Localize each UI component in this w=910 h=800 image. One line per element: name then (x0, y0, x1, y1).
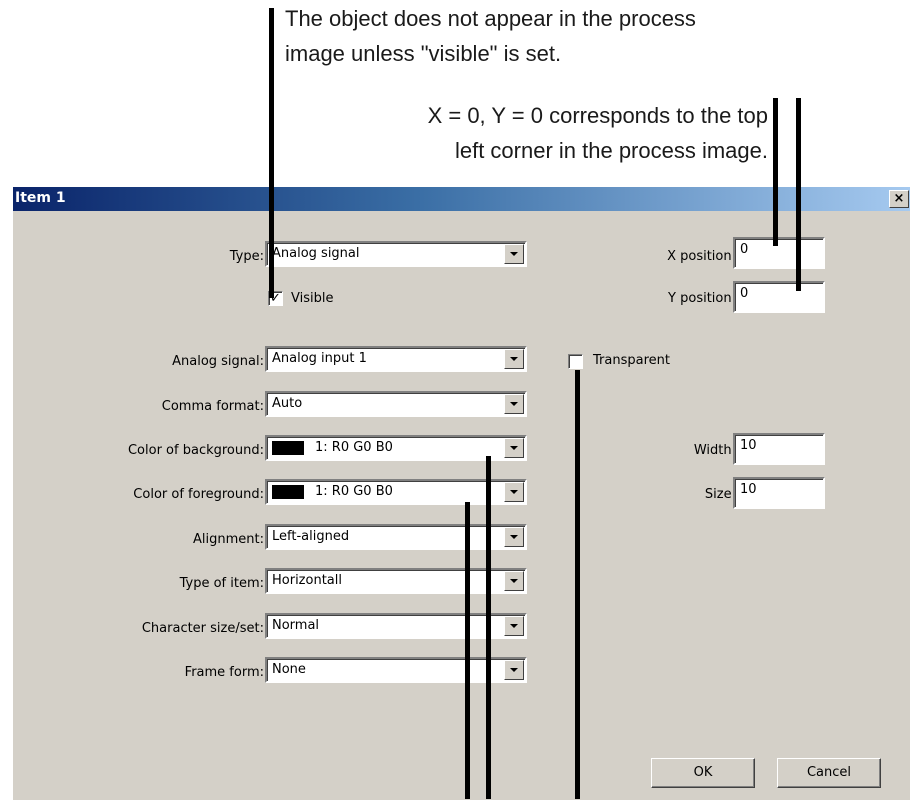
analog-signal-value: Analog input 1 (272, 351, 367, 366)
color-swatch (272, 485, 304, 499)
comma-format-select[interactable]: Auto (265, 391, 527, 417)
chevron-down-icon[interactable] (504, 482, 524, 502)
y-position-label: Y position: (668, 291, 736, 306)
width-value: 10 (740, 438, 757, 453)
visible-leader-line (269, 8, 274, 298)
y-position-value: 0 (740, 286, 749, 301)
visible-label: Visible (291, 291, 334, 306)
color-foreground-label: Color of foreground: (133, 487, 264, 502)
alignment-label: Alignment: (193, 532, 264, 547)
size-value: 10 (740, 482, 757, 497)
x-position-leader-line (773, 98, 778, 246)
transparent-label: Transparent (593, 353, 670, 368)
transparent-checkbox[interactable] (568, 354, 583, 369)
y-position-leader-line (796, 98, 801, 291)
chevron-down-icon[interactable] (504, 660, 524, 680)
chevron-down-icon[interactable] (504, 244, 524, 264)
close-button[interactable]: × (889, 190, 909, 208)
width-label: Width: (693, 443, 736, 458)
character-size-value: Normal (272, 618, 320, 633)
chevron-down-icon[interactable] (504, 438, 524, 458)
chevron-down-icon[interactable] (504, 527, 524, 547)
color-foreground-value: 1: R0 G0 B0 (315, 484, 393, 499)
visible-callout-line2: image unless "visible" is set. (285, 41, 562, 66)
character-size-label: Character size/set: (141, 621, 264, 636)
width-field[interactable]: 10 (733, 433, 825, 465)
chevron-down-icon[interactable] (504, 616, 524, 636)
x-position-field[interactable]: 0 (733, 237, 825, 269)
color-background-value: 1: R0 G0 B0 (315, 440, 393, 455)
comma-format-label: Comma format: (161, 399, 264, 414)
type-select[interactable]: Analog signal (265, 241, 527, 267)
visible-callout-line1: The object does not appear in the proces… (285, 6, 696, 31)
color-swatch (272, 441, 304, 455)
chevron-down-icon[interactable] (504, 571, 524, 591)
type-label: Type: (229, 249, 264, 264)
color-background-label: Color of background: (127, 443, 264, 458)
transparent-leader-line (575, 370, 580, 799)
frame-form-value: None (272, 662, 306, 677)
origin-callout-line1: X = 0, Y = 0 corresponds to the top (427, 103, 768, 128)
alignment-value: Left-aligned (272, 529, 350, 544)
type-of-item-value: Horizontall (272, 573, 342, 588)
size-field[interactable]: 10 (733, 477, 825, 509)
foreground-color-leader-line (465, 502, 470, 799)
type-value: Analog signal (272, 246, 360, 261)
cancel-button[interactable]: Cancel (777, 758, 881, 788)
dialog-title: Item 1 (15, 190, 66, 206)
type-of-item-label: Type of item: (179, 576, 264, 591)
item-dialog: Item 1 × Type: Analog signal ✓ Visible A… (12, 186, 910, 800)
background-color-leader-line (486, 456, 491, 799)
frame-form-label: Frame form: (184, 665, 264, 680)
origin-callout-line2: left corner in the process image. (454, 138, 768, 163)
y-position-field[interactable]: 0 (733, 281, 825, 313)
x-position-value: 0 (740, 242, 749, 257)
ok-button[interactable]: OK (651, 758, 755, 788)
analog-signal-label: Analog signal: (172, 354, 264, 369)
analog-signal-select[interactable]: Analog input 1 (265, 346, 527, 372)
comma-format-value: Auto (272, 396, 303, 411)
chevron-down-icon[interactable] (504, 394, 524, 414)
x-position-label: X position: (667, 249, 736, 264)
chevron-down-icon[interactable] (504, 349, 524, 369)
size-label: Size: (704, 487, 736, 502)
